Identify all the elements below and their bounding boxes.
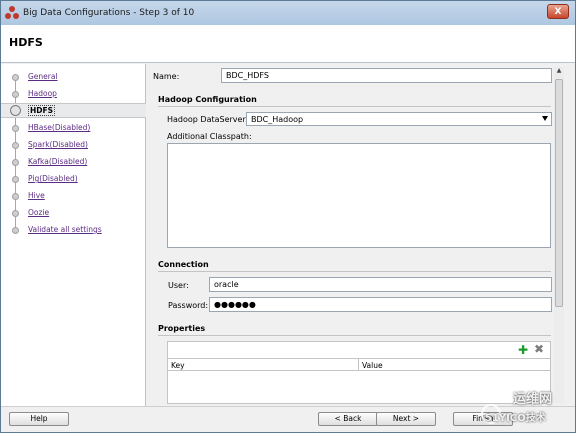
- key-column-header[interactable]: Key: [171, 361, 185, 370]
- step-dot-icon: [12, 142, 19, 149]
- step-dot-icon: [12, 74, 19, 81]
- watermark-logo: 运维网 51YICO技术: [473, 386, 573, 430]
- watermark-subtext: 51YICO技术: [485, 413, 546, 424]
- add-property-icon[interactable]: ✚: [518, 344, 528, 356]
- step-dot-icon: [12, 91, 19, 98]
- step-dot-icon: [12, 176, 19, 183]
- section-divider: [158, 271, 551, 272]
- page-header: HDFS: [1, 25, 575, 63]
- nav-item-hadoop[interactable]: Hadoop: [1, 87, 146, 102]
- nav-item-label: Validate all settings: [28, 225, 102, 234]
- nav-item-label: Hadoop: [28, 89, 57, 98]
- user-label: User:: [168, 281, 189, 290]
- nav-item-oozie[interactable]: Oozie: [1, 206, 146, 221]
- step-dot-icon: [12, 125, 19, 132]
- step-dot-icon: [12, 210, 19, 217]
- nav-item-label: General: [28, 72, 58, 81]
- properties-table-header: Key Value: [168, 358, 550, 371]
- nav-item-hbase[interactable]: HBase(Disabled): [1, 121, 146, 136]
- hadoop-config-title: Hadoop Configuration: [158, 95, 257, 104]
- connection-title: Connection: [158, 260, 209, 269]
- nav-item-general[interactable]: General: [1, 70, 146, 85]
- nav-item-label: Kafka(Disabled): [28, 157, 88, 166]
- back-button[interactable]: < Back: [318, 412, 378, 426]
- classpath-label: Additional Classpath:: [167, 132, 252, 141]
- title-bar: Big Data Configurations - Step 3 of 10 X: [1, 1, 575, 25]
- nav-item-label: HBase(Disabled): [28, 123, 91, 132]
- help-button[interactable]: Help: [9, 412, 69, 426]
- nav-item-label: Pig(Disabled): [28, 174, 78, 183]
- step-dot-icon: [12, 227, 19, 234]
- page-title: HDFS: [9, 36, 43, 49]
- dataserver-label: Hadoop DataServer:: [167, 115, 249, 124]
- close-button[interactable]: X: [547, 4, 569, 19]
- password-label: Password:: [168, 301, 209, 310]
- nav-item-pig[interactable]: Pig(Disabled): [1, 172, 146, 187]
- watermark-text: 运维网: [513, 392, 553, 407]
- step-dot-icon: [12, 193, 19, 200]
- scroll-up-arrow-icon[interactable]: ▲: [554, 67, 564, 77]
- nav-item-label: Spark(Disabled): [28, 140, 88, 149]
- scrollbar-thumb[interactable]: [555, 79, 563, 307]
- nav-item-validate[interactable]: Validate all settings: [1, 223, 146, 238]
- user-input[interactable]: oracle: [209, 277, 552, 292]
- window-title: Big Data Configurations - Step 3 of 10: [23, 8, 195, 18]
- section-divider: [158, 106, 551, 107]
- dataserver-select[interactable]: BDC_Hadoop: [246, 112, 552, 126]
- wizard-step-nav: General Hadoop HDFS HBase(Disabled) Spar…: [1, 64, 146, 406]
- column-divider[interactable]: [358, 359, 359, 371]
- section-divider: [158, 335, 551, 336]
- close-icon: X: [554, 6, 562, 17]
- main-scrollbar[interactable]: ▲: [554, 67, 564, 403]
- dropdown-arrow-icon: [542, 116, 548, 121]
- nav-item-label: Hive: [28, 191, 45, 200]
- nav-item-kafka[interactable]: Kafka(Disabled): [1, 155, 146, 170]
- nav-item-hive[interactable]: Hive: [1, 189, 146, 204]
- delete-property-icon[interactable]: ✖: [534, 343, 544, 355]
- dataserver-value: BDC_Hadoop: [251, 115, 304, 124]
- nav-item-label: HDFS: [28, 105, 56, 116]
- wizard-window: Big Data Configurations - Step 3 of 10 X…: [0, 0, 576, 433]
- step-dot-icon: [12, 159, 19, 166]
- big-data-app-icon: [5, 6, 19, 20]
- nav-item-label: Oozie: [28, 208, 50, 217]
- nav-item-hdfs[interactable]: HDFS: [1, 103, 146, 118]
- current-step-dot-icon: [10, 105, 21, 116]
- classpath-textarea[interactable]: [167, 143, 551, 248]
- properties-title: Properties: [158, 324, 206, 333]
- name-input[interactable]: BDC_HDFS: [221, 68, 552, 83]
- name-label: Name:: [153, 72, 180, 81]
- nav-item-spark[interactable]: Spark(Disabled): [1, 138, 146, 153]
- value-column-header[interactable]: Value: [362, 361, 383, 370]
- next-button[interactable]: Next >: [376, 412, 436, 426]
- password-input[interactable]: ●●●●●●: [209, 297, 552, 312]
